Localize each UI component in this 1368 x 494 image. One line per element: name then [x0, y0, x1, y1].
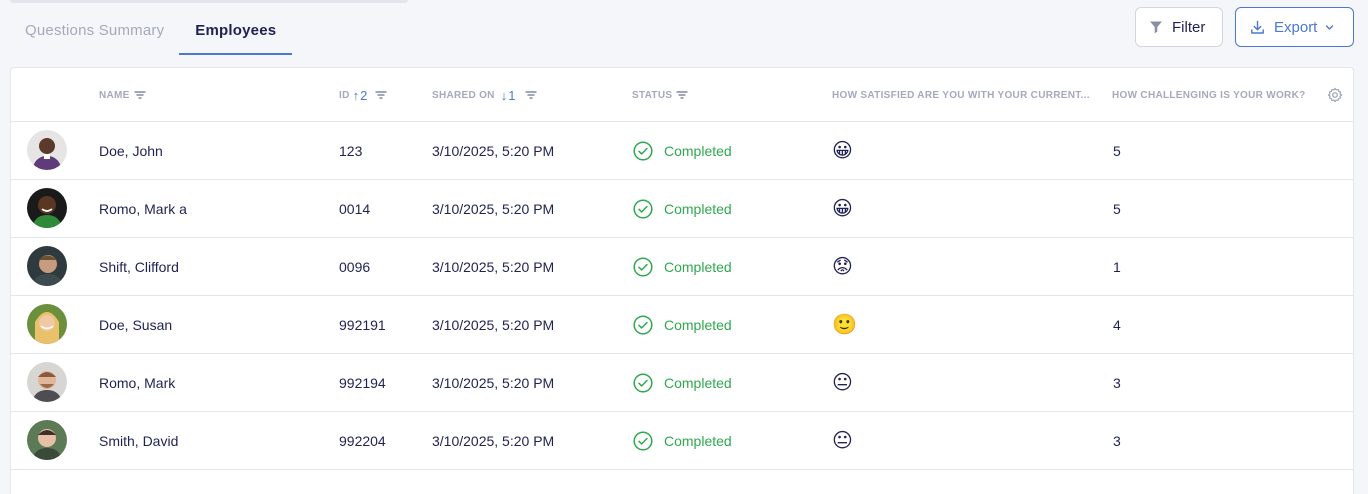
sort-descending-icon: ↓: [500, 87, 508, 103]
table-row[interactable]: Smith, David 992204 3/10/2025, 5:20 PM C…: [11, 412, 1353, 470]
satisfaction-emoji: 😐: [832, 429, 853, 452]
employee-id: 992204: [339, 432, 386, 449]
status-text: Completed: [664, 200, 732, 217]
avatar: [27, 130, 67, 170]
export-button-label: Export: [1274, 18, 1318, 36]
employees-table: NAME ID ↑ 2 SHARED ON ↓ 1 STATUS HOW SAT…: [10, 67, 1354, 494]
export-button[interactable]: Export: [1235, 7, 1354, 47]
shared-on-date: 3/10/2025, 5:20 PM: [432, 374, 555, 391]
column-header-name-label: NAME: [99, 89, 130, 101]
check-circle-icon: [633, 430, 653, 451]
shared-on-date: 3/10/2025, 5:20 PM: [432, 432, 555, 449]
employee-id: 123: [339, 142, 363, 159]
sort-order-badge: 2: [360, 87, 368, 103]
shared-on-date: 3/10/2025, 5:20 PM: [432, 316, 555, 333]
satisfaction-emoji: 😀: [832, 197, 853, 220]
column-header-challenge[interactable]: HOW CHALLENGING IS YOUR WORK?: [1112, 68, 1306, 122]
shared-on-date: 3/10/2025, 5:20 PM: [432, 142, 555, 159]
employee-name[interactable]: Romo, Mark: [99, 354, 175, 411]
employee-id: 0096: [339, 258, 371, 275]
table-row[interactable]: Shift, Clifford 0096 3/10/2025, 5:20 PM …: [11, 238, 1353, 296]
filter-icon: [1150, 21, 1162, 34]
satisfaction-emoji: 😐: [832, 371, 853, 394]
satisfaction-emoji: 🙂: [832, 313, 857, 336]
tab-questions-summary[interactable]: Questions Summary: [10, 10, 179, 55]
employee-id: 0014: [339, 200, 371, 217]
status-badge: Completed: [633, 122, 732, 179]
status-text: Completed: [664, 432, 732, 449]
employee-name[interactable]: Shift, Clifford: [99, 238, 179, 295]
status-badge: Completed: [633, 238, 732, 295]
check-circle-icon: [633, 314, 653, 335]
challenge-score: 4: [1113, 316, 1121, 333]
employee-name[interactable]: Smith, David: [99, 412, 178, 469]
shared-on-date: 3/10/2025, 5:20 PM: [432, 200, 555, 217]
filter-button-label: Filter: [1172, 18, 1206, 36]
gear-icon[interactable]: [1327, 87, 1343, 103]
filter-button[interactable]: Filter: [1135, 7, 1223, 47]
top-strip: [10, 0, 408, 3]
employee-name[interactable]: Romo, Mark a: [99, 180, 187, 237]
status-text: Completed: [664, 316, 732, 333]
download-icon: [1251, 20, 1264, 34]
challenge-score: 3: [1113, 432, 1121, 449]
column-header-satisfaction[interactable]: HOW SATISFIED ARE YOU WITH YOUR CURRENT.…: [832, 68, 1090, 122]
employee-name[interactable]: Doe, Susan: [99, 296, 172, 353]
sort-icon[interactable]: [676, 90, 688, 100]
status-text: Completed: [664, 142, 732, 159]
challenge-score: 1: [1113, 258, 1121, 275]
chevron-down-icon: [1326, 24, 1334, 30]
column-header-shared-on[interactable]: SHARED ON ↓ 1: [432, 68, 538, 122]
employee-id: 992194: [339, 374, 386, 391]
tab-bar: Questions Summary Employees: [10, 10, 293, 55]
sort-ascending-icon: ↑: [352, 87, 360, 103]
status-badge: Completed: [633, 412, 732, 469]
sort-icon[interactable]: [375, 90, 387, 100]
status-badge: Completed: [633, 180, 732, 237]
column-header-challenge-label: HOW CHALLENGING IS YOUR WORK?: [1112, 89, 1306, 101]
avatar: [27, 362, 67, 402]
check-circle-icon: [633, 198, 653, 219]
check-circle-icon: [633, 140, 653, 161]
status-text: Completed: [664, 374, 732, 391]
satisfaction-emoji: 😀: [832, 139, 853, 162]
avatar: [27, 188, 67, 228]
table-row[interactable]: Doe, Susan 992191 3/10/2025, 5:20 PM Com…: [11, 296, 1353, 354]
sort-icon[interactable]: [134, 90, 146, 100]
column-header-status[interactable]: STATUS: [632, 68, 688, 122]
column-header-status-label: STATUS: [632, 89, 673, 101]
toolbar: Filter Export: [1135, 7, 1354, 47]
table-row[interactable]: Romo, Mark 992194 3/10/2025, 5:20 PM Com…: [11, 354, 1353, 412]
table-row[interactable]: Doe, John 123 3/10/2025, 5:20 PM Complet…: [11, 122, 1353, 180]
check-circle-icon: [633, 372, 653, 393]
avatar: [27, 420, 67, 460]
status-badge: Completed: [633, 354, 732, 411]
column-header-name[interactable]: NAME: [99, 68, 146, 122]
employee-id: 992191: [339, 316, 386, 333]
column-header-shared-on-label: SHARED ON: [432, 89, 495, 101]
table-row[interactable]: Romo, Mark a 0014 3/10/2025, 5:20 PM Com…: [11, 180, 1353, 238]
sort-icon[interactable]: [525, 90, 538, 100]
column-header-satisfaction-label: HOW SATISFIED ARE YOU WITH YOUR CURRENT.…: [832, 89, 1090, 101]
status-text: Completed: [664, 258, 732, 275]
challenge-score: 3: [1113, 374, 1121, 391]
satisfaction-emoji: 😟: [832, 255, 853, 278]
check-circle-icon: [633, 256, 653, 277]
column-header-id[interactable]: ID ↑ 2: [339, 68, 387, 122]
tab-employees[interactable]: Employees: [179, 10, 293, 55]
status-badge: Completed: [633, 296, 732, 353]
table-header: NAME ID ↑ 2 SHARED ON ↓ 1 STATUS HOW SAT…: [11, 68, 1353, 122]
avatar: [27, 304, 67, 344]
avatar: [27, 246, 67, 286]
challenge-score: 5: [1113, 200, 1121, 217]
employee-name[interactable]: Doe, John: [99, 122, 163, 179]
challenge-score: 5: [1113, 142, 1121, 159]
column-header-id-label: ID: [339, 89, 350, 101]
shared-on-date: 3/10/2025, 5:20 PM: [432, 258, 555, 275]
sort-order-badge: 1: [508, 87, 516, 103]
